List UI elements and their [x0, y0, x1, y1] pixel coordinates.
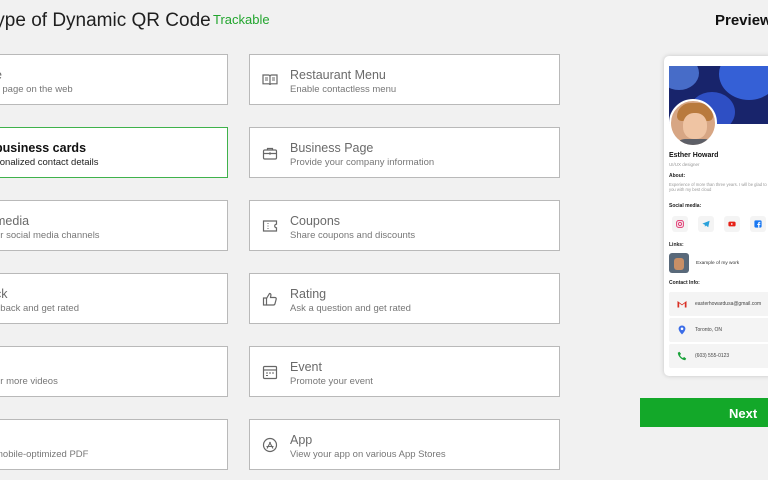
- next-button[interactable]: Next: [640, 398, 768, 427]
- qr-type-card-coupons[interactable]: Coupons Share coupons and discounts: [249, 200, 560, 251]
- link-thumbnail[interactable]: [669, 253, 689, 273]
- profile-name: Esther Howard: [669, 152, 719, 159]
- contact-location: Toronto, ON: [695, 327, 722, 333]
- card-title: media: [0, 214, 30, 228]
- page-heading: type of Dynamic QR Code: [0, 10, 211, 31]
- next-button-label: Next: [729, 406, 758, 421]
- card-title: Event: [290, 360, 322, 374]
- contact-email: easterhowardusa@gmail.com: [695, 301, 762, 307]
- card-subtitle: dback and get rated: [0, 303, 79, 314]
- card-title: ck: [0, 287, 8, 301]
- briefcase-icon: [262, 147, 278, 160]
- telegram-icon[interactable]: [698, 216, 714, 232]
- social-media-label: Social media:: [669, 203, 702, 209]
- menu-book-icon: [262, 74, 278, 86]
- instagram-icon[interactable]: [672, 216, 688, 232]
- app-store-icon: [262, 437, 278, 453]
- card-subtitle: View your app on various App Stores: [290, 449, 446, 460]
- facebook-icon[interactable]: [750, 216, 766, 232]
- card-title: Rating: [290, 287, 327, 301]
- card-subtitle: Ask a question and get rated: [290, 303, 411, 314]
- card-subtitle: Promote your event: [290, 376, 373, 387]
- qr-type-card-rating[interactable]: Rating Ask a question and get rated: [249, 273, 560, 324]
- location-pin-icon: [678, 325, 686, 335]
- qr-type-card-business-page[interactable]: Business Page Provide your company infor…: [249, 127, 560, 178]
- phone-icon: [677, 351, 687, 361]
- card-title: business cards: [0, 141, 87, 155]
- link-text[interactable]: Example of my work: [696, 261, 739, 266]
- contact-info-label: Contact Info:: [669, 280, 700, 286]
- card-subtitle: sonalized contact details: [0, 157, 99, 168]
- preview-heading: Preview: [715, 12, 768, 29]
- contact-phone-row[interactable]: (603) 555-0123: [669, 344, 768, 368]
- card-title: Restaurant Menu: [290, 68, 386, 82]
- qr-type-card-website[interactable]: e y page on the web: [0, 54, 228, 105]
- card-subtitle: Provide your company information: [290, 157, 435, 168]
- card-subtitle: y page on the web: [0, 84, 73, 95]
- contact-phone: (603) 555-0123: [695, 353, 730, 359]
- calendar-icon: [262, 365, 278, 380]
- card-title: App: [290, 433, 313, 447]
- qr-type-card-event[interactable]: Event Promote your event: [249, 346, 560, 397]
- about-text: Experience of more than three years. I w…: [669, 182, 768, 192]
- card-subtitle: Enable contactless menu: [290, 84, 397, 95]
- card-subtitle: or more videos: [0, 376, 58, 387]
- phone-preview: Esther Howard UI/UX designer About: Expe…: [664, 56, 768, 376]
- qr-type-card-pdf[interactable]: mobile-optimized PDF: [0, 419, 228, 470]
- qr-type-card-video[interactable]: or more videos: [0, 346, 228, 397]
- profile-role: UI/UX designer: [669, 162, 700, 167]
- coupon-icon: [262, 220, 278, 232]
- qr-type-card-app[interactable]: App View your app on various App Stores: [249, 419, 560, 470]
- thumbs-up-icon: [262, 292, 277, 306]
- card-subtitle: ur social media channels: [0, 230, 100, 241]
- card-subtitle: Share coupons and discounts: [290, 230, 416, 241]
- qr-type-card-social-media[interactable]: media ur social media channels: [0, 200, 228, 251]
- trackable-badge: Trackable: [213, 12, 270, 27]
- gmail-icon: [677, 301, 687, 308]
- contact-email-row[interactable]: easterhowardusa@gmail.com: [669, 292, 768, 316]
- card-title: e: [0, 68, 2, 82]
- about-label: About:: [669, 173, 686, 179]
- youtube-icon[interactable]: [724, 216, 740, 232]
- qr-type-card-feedback[interactable]: ck dback and get rated: [0, 273, 228, 324]
- avatar: [669, 99, 717, 147]
- qr-type-card-restaurant-menu[interactable]: Restaurant Menu Enable contactless menu: [249, 54, 560, 105]
- contact-location-row[interactable]: Toronto, ON: [669, 318, 768, 342]
- links-label: Links:: [669, 242, 684, 248]
- card-title: Coupons: [290, 214, 341, 228]
- card-subtitle: mobile-optimized PDF: [0, 449, 89, 460]
- qr-type-card-business-cards[interactable]: business cards sonalized contact details: [0, 127, 228, 178]
- card-title: Business Page: [290, 141, 374, 155]
